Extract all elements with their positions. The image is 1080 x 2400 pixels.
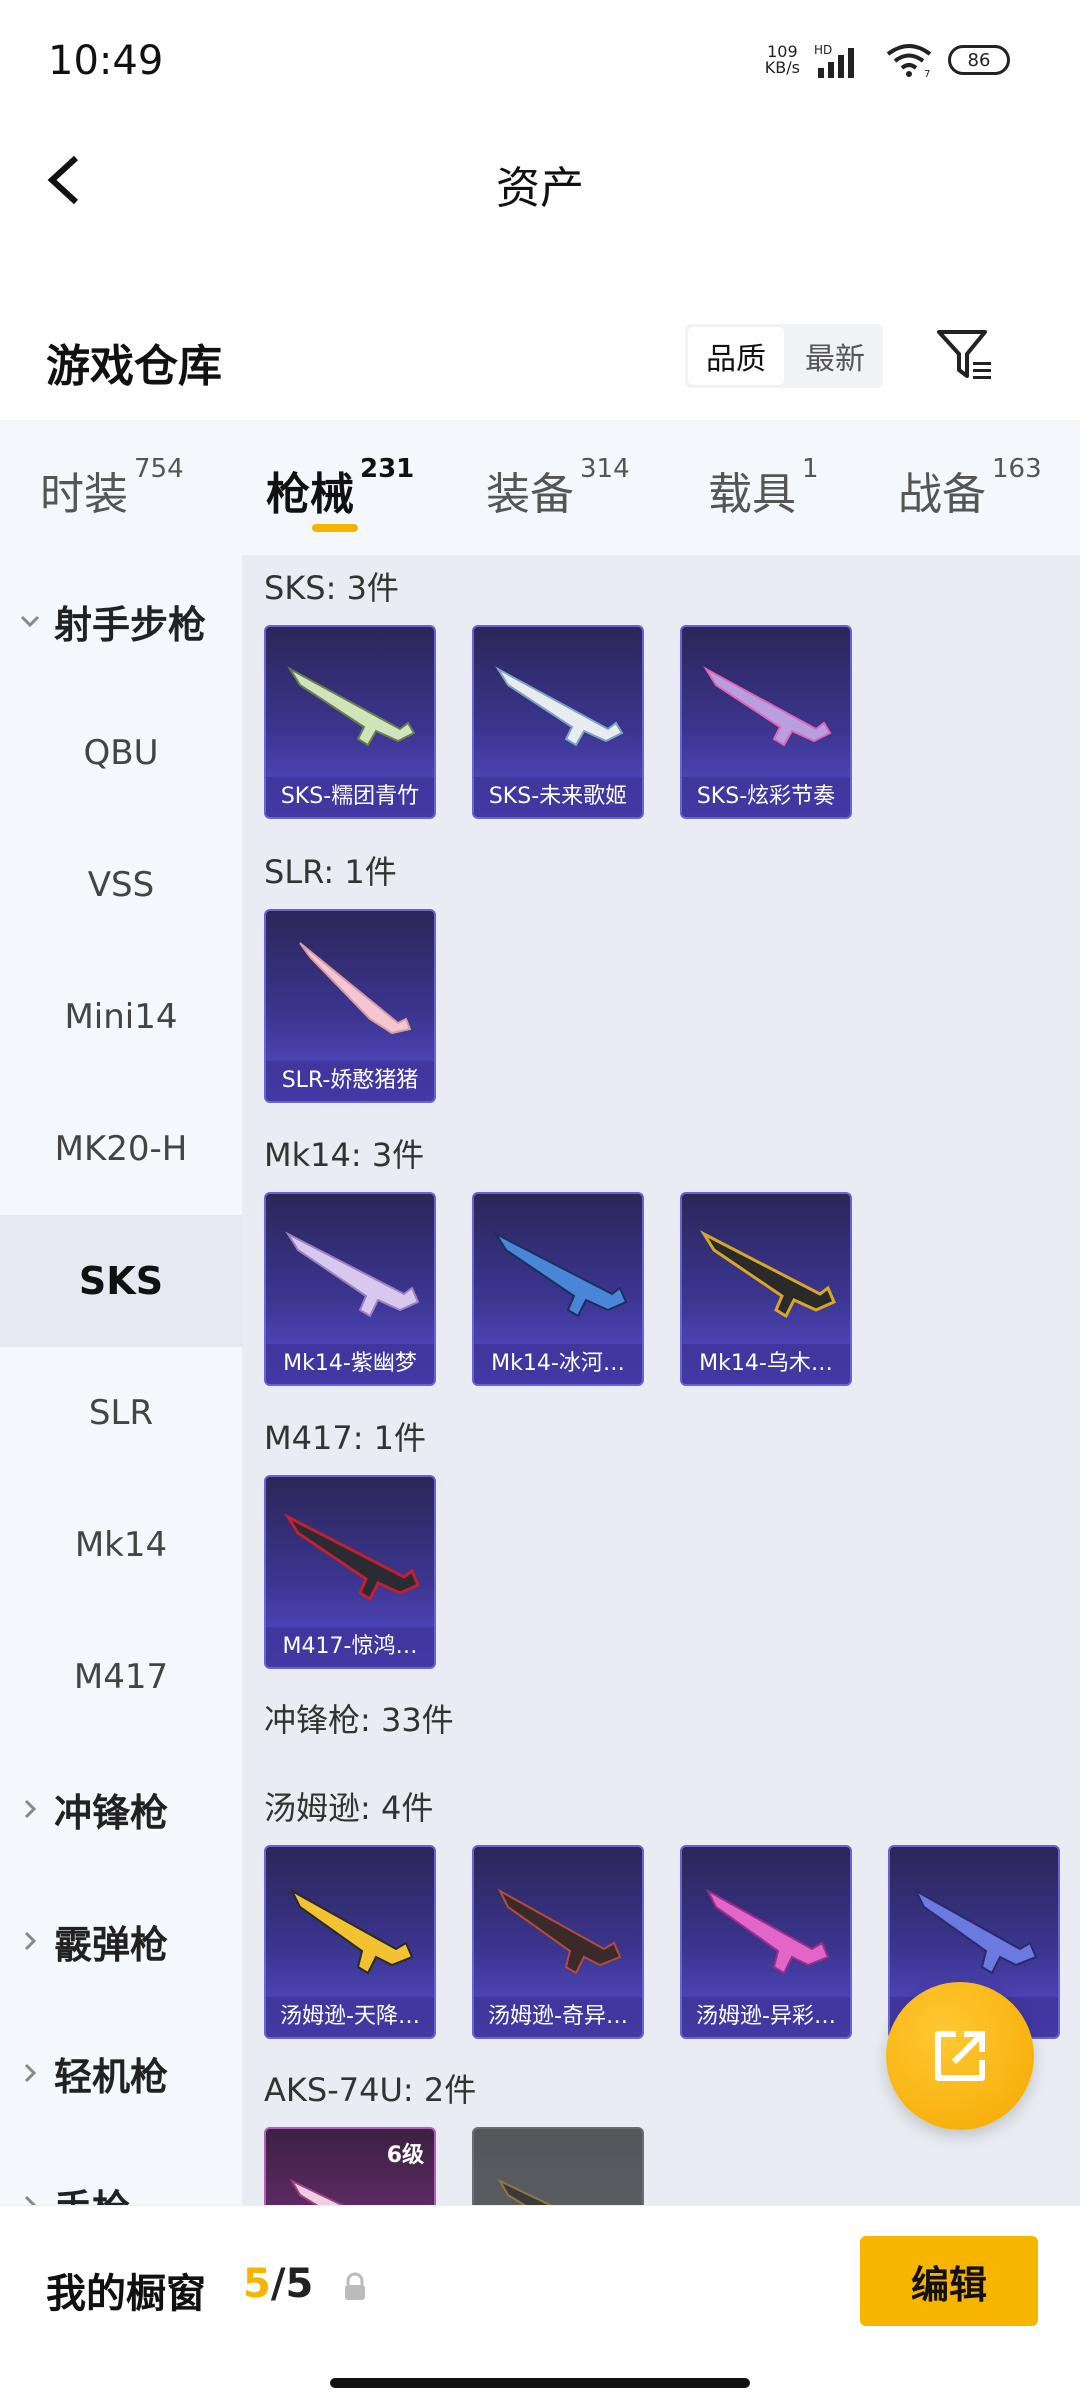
sort-quality-button[interactable]: 品质 <box>688 327 784 385</box>
sidebar-item-mk20h[interactable]: MK20-H <box>0 1083 242 1215</box>
weapon-name: Mk14-乌木… <box>682 1344 850 1384</box>
rifle-icon <box>283 1513 420 1602</box>
weapon-card[interactable]: 汤姆逊-天降… <box>264 1845 436 2039</box>
status-icons: 109 KB/s HD 7 86 <box>765 40 1010 80</box>
weapon-card[interactable]: 汤姆逊-奇异… <box>472 1845 644 2039</box>
lock-icon <box>345 2272 365 2300</box>
weapon-card[interactable]: SKS-炫彩节奏 <box>680 625 852 819</box>
rifle-icon <box>703 666 832 747</box>
tab-guns[interactable]: 枪械 231 <box>266 454 414 522</box>
showcase-bar: 我的橱窗 5/5 编辑 <box>0 2205 1080 2400</box>
share-icon <box>935 2031 985 2081</box>
sidebar-group-pistol[interactable]: 手枪 <box>0 2139 242 2205</box>
page-title: 资产 <box>496 163 584 214</box>
tab-equipment[interactable]: 装备 314 <box>486 454 630 522</box>
sidebar-group-shotgun[interactable]: 霰弹枪 <box>0 1875 242 2007</box>
svg-text:HD: HD <box>814 43 832 57</box>
sidebar-group-lmg[interactable]: 轻机枪 <box>0 2007 242 2139</box>
weapon-name: Mk14-冰河… <box>474 1344 642 1384</box>
group-label-aks74u: AKS-74U: 2件 <box>264 2071 477 2109</box>
smg-icon <box>289 2178 345 2205</box>
battery-indicator: 86 <box>948 45 1010 75</box>
weapon-name: SKS-炫彩节奏 <box>682 777 850 817</box>
signal-icon: HD <box>814 43 854 78</box>
rifle-icon <box>699 1230 836 1319</box>
sidebar-item-qbu[interactable]: QBU <box>0 687 242 819</box>
showcase-count: 5/5 <box>243 2261 314 2307</box>
weapon-name: SKS-糯团青竹 <box>266 777 434 817</box>
share-button[interactable] <box>886 1982 1034 2130</box>
status-time: 10:49 <box>48 38 164 84</box>
group-label-thompson: 汤姆逊: 4件 <box>264 1789 434 1827</box>
weapon-card[interactable]: Mk14-紫幽梦 <box>264 1192 436 1386</box>
svg-text:7: 7 <box>924 69 930 78</box>
weapon-card[interactable]: Mk14-乌木… <box>680 1192 852 1386</box>
warehouse-title: 游戏仓库 <box>46 341 222 392</box>
sidebar-item-slr[interactable]: SLR <box>0 1347 242 1479</box>
chevron-right-icon <box>24 1799 37 1819</box>
sidebar-item-vss[interactable]: VSS <box>0 819 242 951</box>
warehouse-row: 游戏仓库 品质 最新 <box>0 300 1080 420</box>
tab-vehicles[interactable]: 载具 1 <box>708 454 819 522</box>
app-header: 资产 <box>0 130 1080 230</box>
group-label-m417: M417: 1件 <box>264 1419 427 1457</box>
weapon-card[interactable]: SLR-娇憨猪猪 <box>264 909 436 1103</box>
weapon-card[interactable] <box>472 2127 644 2205</box>
status-bar: 10:49 109 KB/s HD 7 86 <box>0 0 1080 120</box>
smg-icon <box>497 2178 553 2205</box>
rifle-icon <box>495 666 624 747</box>
sort-newest-button[interactable]: 最新 <box>787 324 883 388</box>
sidebar-item-mini14[interactable]: Mini14 <box>0 951 242 1083</box>
group-label-mk14: Mk14: 3件 <box>264 1136 425 1174</box>
tab-supplies[interactable]: 战备 163 <box>898 454 1042 522</box>
smg-icon <box>289 1888 414 1975</box>
sidebar-item-mk14[interactable]: Mk14 <box>0 1479 242 1611</box>
sidebar-group-marksman[interactable]: 射手步枪 <box>0 555 242 687</box>
weapon-name: SLR-娇憨猪猪 <box>266 1061 434 1101</box>
weapon-name: SKS-未来歌姬 <box>474 777 642 817</box>
chevron-right-icon <box>24 2195 37 2205</box>
rifle-icon <box>285 1231 420 1318</box>
weapon-name: 汤姆逊-异彩… <box>682 1997 850 2037</box>
weapon-card[interactable]: 汤姆逊-异彩… <box>680 1845 852 2039</box>
home-indicator <box>330 2378 750 2388</box>
smg-icon <box>705 1888 830 1975</box>
chevron-down-icon <box>20 615 40 628</box>
rifle-icon <box>287 666 416 747</box>
weapon-card[interactable]: 6级 <box>264 2127 436 2205</box>
weapon-card[interactable]: Mk14-冰河… <box>472 1192 644 1386</box>
sort-toggle: 品质 最新 <box>685 324 883 388</box>
rifle-icon <box>493 1231 628 1318</box>
group-label-slr: SLR: 1件 <box>264 853 397 891</box>
sidebar-item-m417[interactable]: M417 <box>0 1611 242 1743</box>
weapon-name: Mk14-紫幽梦 <box>266 1344 434 1384</box>
weapon-card[interactable]: M417-惊鸿… <box>264 1475 436 1669</box>
chevron-right-icon <box>24 1931 37 1951</box>
sidebar-item-sks[interactable]: SKS <box>0 1215 242 1347</box>
category-tabs: 时装 754 枪械 231 装备 314 载具 1 战备 163 <box>0 420 1080 555</box>
weapon-card[interactable]: SKS-未来歌姬 <box>472 625 644 819</box>
group-label-smg: 冲锋枪: 33件 <box>264 1701 454 1739</box>
network-speed: 109 KB/s <box>764 42 800 77</box>
chevron-right-icon <box>24 2063 37 2083</box>
filter-icon[interactable] <box>935 326 995 386</box>
smg-icon <box>497 1888 622 1975</box>
active-tab-indicator <box>312 524 358 532</box>
weapon-name: 汤姆逊-天降… <box>266 1997 434 2037</box>
weapon-name: 汤姆逊-奇异… <box>474 1997 642 2037</box>
smg-icon <box>913 1888 1038 1975</box>
weapon-content: SKS: 3件 SKS-糯团青竹 SKS-未来歌姬 SKS-炫彩节奏 SLR: … <box>242 555 1080 2205</box>
sidebar-group-smg[interactable]: 冲锋枪 <box>0 1743 242 1875</box>
group-label-sks: SKS: 3件 <box>264 569 399 607</box>
edit-button[interactable]: 编辑 <box>860 2236 1038 2326</box>
weapon-name: M417-惊鸿… <box>266 1627 434 1667</box>
tab-fashion[interactable]: 时装 754 <box>40 454 184 522</box>
weapon-type-sidebar: 射手步枪 QBU VSS Mini14 MK20-H SKS SLR Mk14 … <box>0 555 242 2205</box>
wifi-icon: 7 <box>886 44 932 78</box>
showcase-label: 我的橱窗 <box>46 2271 206 2317</box>
rifle-icon <box>299 942 412 1035</box>
weapon-card[interactable]: SKS-糯团青竹 <box>264 625 436 819</box>
